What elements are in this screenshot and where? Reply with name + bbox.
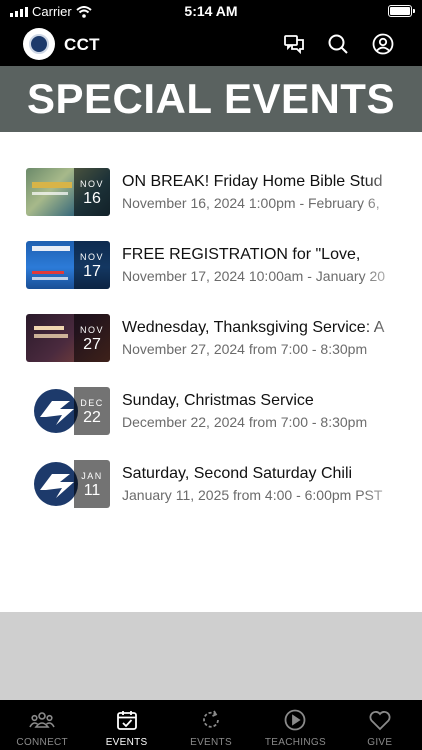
tab-label: EVENTS <box>190 737 232 748</box>
event-day: 17 <box>83 263 101 280</box>
event-list: NOV 16 ON BREAK! Friday Home Bible Stud … <box>0 132 422 612</box>
tab-events-recurring[interactable]: EVENTS <box>169 700 253 750</box>
event-month: JAN <box>81 471 103 481</box>
event-date-badge: DEC 22 <box>74 387 110 435</box>
special-events-banner: SPECIAL EVENTS <box>0 66 422 132</box>
tab-give[interactable]: GIVE <box>338 700 422 750</box>
people-icon <box>29 708 55 732</box>
event-thumbnail: DEC 22 <box>26 387 110 435</box>
event-date-badge: NOV 27 <box>74 314 110 362</box>
refresh-icon <box>198 708 224 732</box>
app-logo[interactable] <box>23 28 55 60</box>
search-icon[interactable] <box>326 32 350 56</box>
calendar-check-icon <box>114 708 140 732</box>
battery-icon <box>388 5 415 17</box>
account-icon[interactable] <box>371 32 395 56</box>
event-month: NOV <box>79 325 104 335</box>
tab-connect[interactable]: CONNECT <box>0 700 84 750</box>
tab-label: TEACHINGS <box>264 737 326 748</box>
event-item[interactable]: JAN 11 Saturday, Second Saturday Chili J… <box>26 460 422 510</box>
status-time: 5:14 AM <box>184 3 238 19</box>
event-month: DEC <box>80 398 104 408</box>
event-day: 11 <box>83 482 101 499</box>
event-item[interactable]: DEC 22 Sunday, Christmas Service Decembe… <box>26 387 422 437</box>
event-day: 22 <box>83 409 101 426</box>
heart-icon <box>367 708 393 732</box>
event-day: 16 <box>83 190 101 207</box>
tab-label: CONNECT <box>16 737 68 748</box>
tab-label: EVENTS <box>105 737 148 748</box>
chat-icon[interactable] <box>282 32 306 56</box>
event-day: 27 <box>83 336 101 353</box>
event-date-badge: JAN 11 <box>74 460 110 508</box>
app-title: CCT <box>64 35 100 54</box>
app-header: CCT <box>0 22 422 66</box>
event-thumbnail: JAN 11 <box>26 460 110 508</box>
event-item[interactable]: NOV 16 ON BREAK! Friday Home Bible Stud … <box>26 168 422 218</box>
event-item[interactable]: NOV 27 Wednesday, Thanksgiving Service: … <box>26 314 422 364</box>
event-date-badge: NOV 17 <box>74 241 110 289</box>
event-item[interactable]: NOV 17 FREE REGISTRATION for "Love, Nove… <box>26 241 422 291</box>
event-date-badge: NOV 16 <box>74 168 110 216</box>
status-bar: Carrier 5:14 AM <box>0 0 422 22</box>
play-circle-icon <box>282 708 308 732</box>
event-thumbnail: NOV 16 <box>26 168 110 216</box>
event-month: NOV <box>79 252 104 262</box>
event-month: NOV <box>79 179 104 189</box>
event-thumbnail: NOV 17 <box>26 241 110 289</box>
event-thumbnail: NOV 27 <box>26 314 110 362</box>
tab-events-calendar[interactable]: EVENTS <box>84 700 168 750</box>
tab-label: GIVE <box>367 737 393 748</box>
banner-title: SPECIAL EVENTS <box>27 75 395 122</box>
tab-bar: CONNECT EVENTS EVENTS TEACHINGS GIVE <box>0 700 422 750</box>
tab-teachings[interactable]: TEACHINGS <box>253 700 337 750</box>
empty-footer-area <box>0 612 422 700</box>
